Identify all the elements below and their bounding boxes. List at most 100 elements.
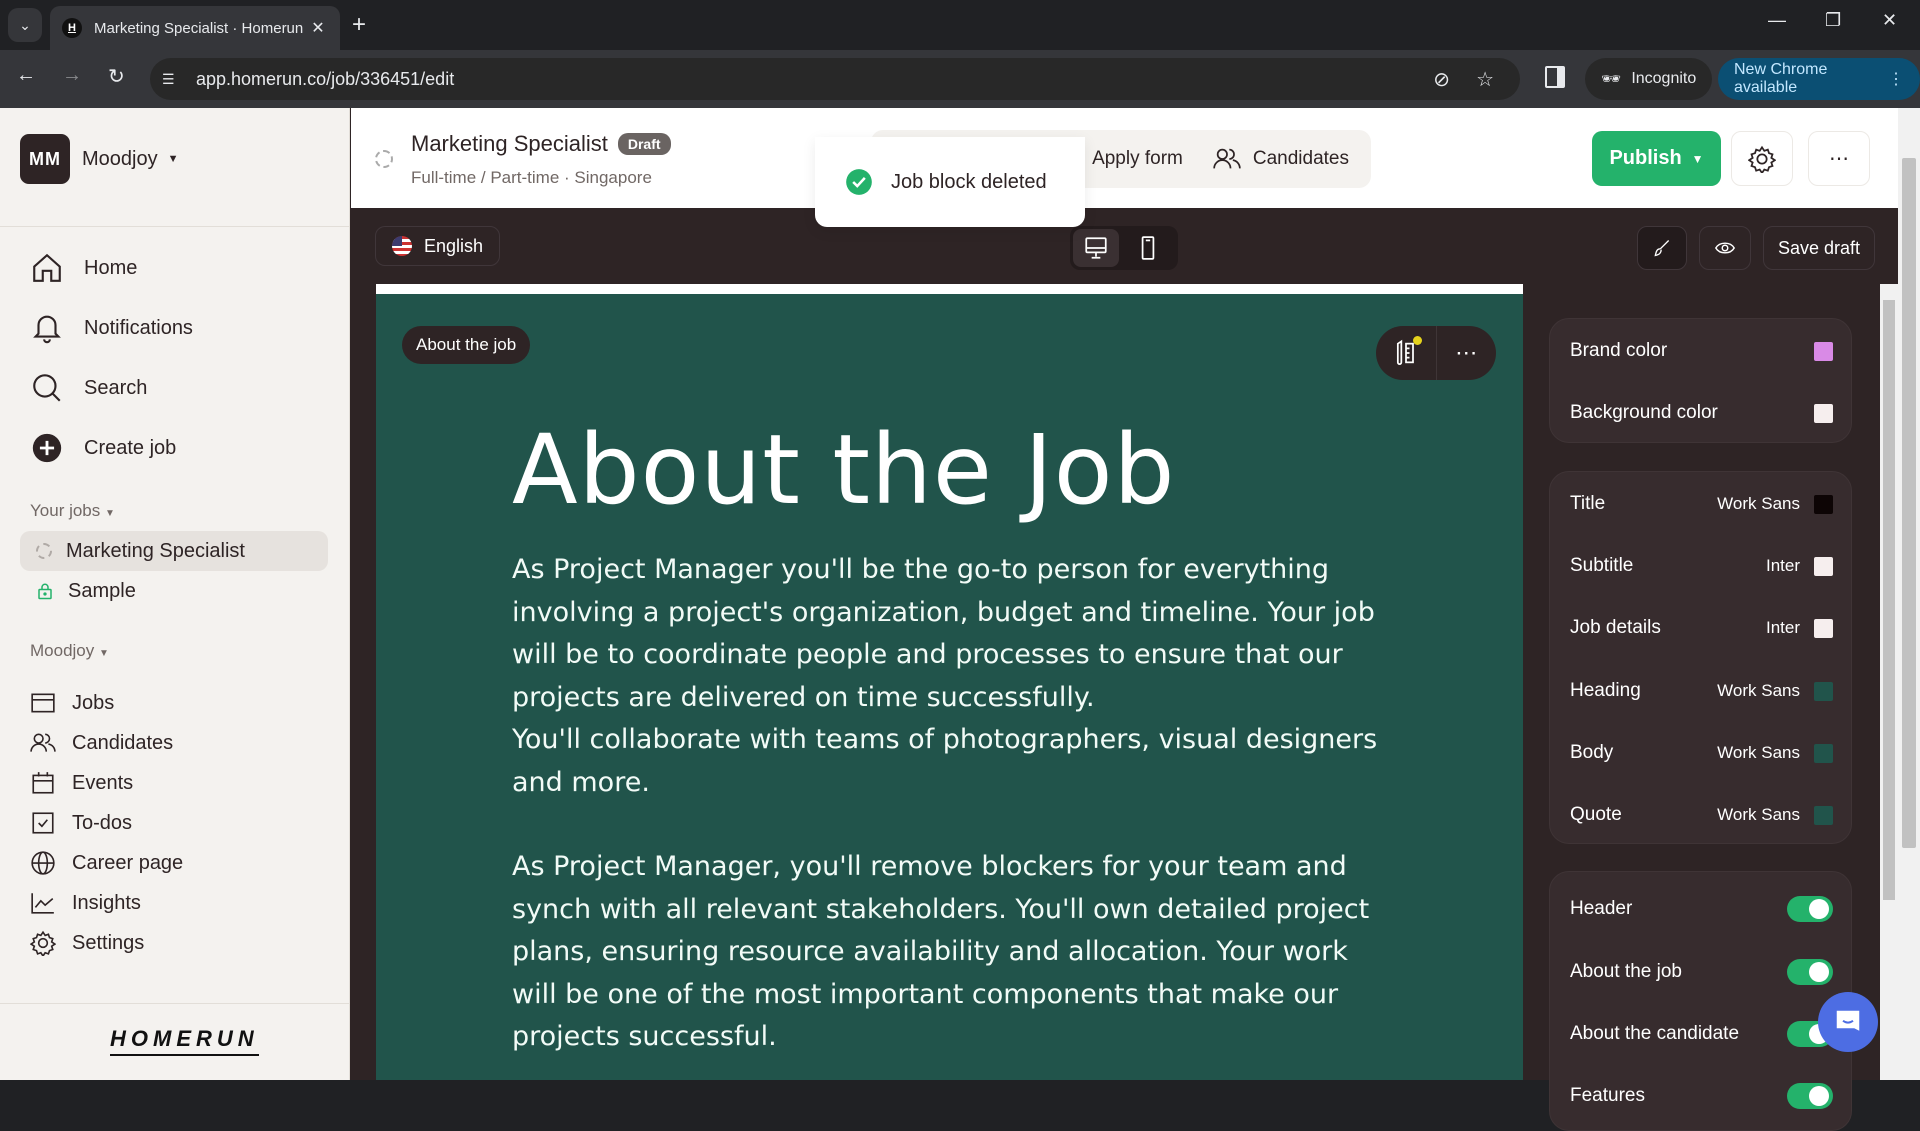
typography-row-quote[interactable]: Quote Work Sans xyxy=(1570,800,1833,830)
body-paragraph: As Project Manager you'll be the go-to p… xyxy=(512,554,1375,713)
typography-row-subtitle[interactable]: Subtitle Inter xyxy=(1570,551,1833,581)
close-window-icon[interactable]: ✕ xyxy=(1882,10,1897,31)
block-body[interactable]: As Project Manager you'll be the go-to p… xyxy=(512,549,1392,1101)
brand-color-row[interactable]: Brand color xyxy=(1570,336,1833,366)
color-swatch[interactable] xyxy=(1814,618,1833,638)
eye-off-icon[interactable]: ⊘ xyxy=(1433,67,1450,92)
minimize-icon[interactable]: — xyxy=(1768,10,1786,31)
font-name: Work Sans xyxy=(1717,805,1800,824)
status-badge: Draft xyxy=(617,133,671,155)
block-style-button[interactable] xyxy=(1376,326,1436,380)
row-label: Heading xyxy=(1570,680,1641,701)
toast-notification: Job block deleted xyxy=(815,137,1085,227)
eye-icon xyxy=(1714,242,1736,254)
chart-icon xyxy=(31,893,54,914)
sidebar-job-marketing-specialist[interactable]: Marketing Specialist xyxy=(20,531,328,571)
globe-icon xyxy=(31,851,55,875)
settings-button[interactable] xyxy=(1731,131,1793,186)
features-toggle[interactable] xyxy=(1787,1083,1833,1109)
sidebar-item-insights[interactable]: Insights xyxy=(30,883,183,923)
tab-search-button[interactable]: ⌄ xyxy=(8,8,42,42)
org-switcher[interactable]: MM Moodjoy ▼ xyxy=(20,134,179,184)
desktop-icon xyxy=(1085,237,1107,259)
mobile-view-button[interactable] xyxy=(1125,229,1171,267)
row-label: About the candidate xyxy=(1570,1023,1740,1044)
sidebar-item-events[interactable]: Events xyxy=(30,763,183,803)
block-more-button[interactable]: ⋯ xyxy=(1436,326,1496,380)
sidebar-item-search[interactable]: Search xyxy=(30,358,193,418)
more-options-button[interactable]: ⋯ xyxy=(1808,131,1870,186)
panel-scrollbar[interactable] xyxy=(1880,284,1898,1080)
desktop-view-button[interactable] xyxy=(1073,229,1119,267)
check-circle-icon xyxy=(846,169,872,195)
about-job-toggle[interactable] xyxy=(1787,959,1833,985)
job-title: Marketing Specialist xyxy=(411,131,608,156)
font-name: Work Sans xyxy=(1717,743,1800,762)
language-label: English xyxy=(424,235,484,256)
panel-scrollbar-thumb[interactable] xyxy=(1883,300,1895,900)
url-text[interactable]: app.homerun.co/job/336451/edit xyxy=(196,69,1433,90)
row-label: About the job xyxy=(1570,961,1682,982)
page-scrollbar[interactable] xyxy=(1898,108,1920,1080)
sidebar-item-settings[interactable]: Settings xyxy=(30,923,183,963)
tab-apply-form[interactable]: Apply form xyxy=(1092,148,1183,170)
typography-row-title[interactable]: Title Work Sans xyxy=(1570,489,1833,519)
your-jobs-section[interactable]: Your jobs ▼ xyxy=(30,501,115,521)
sidebar-item-todos[interactable]: To-dos xyxy=(30,803,183,843)
color-swatch[interactable] xyxy=(1814,681,1833,701)
style-editor-button[interactable] xyxy=(1637,226,1687,270)
incognito-indicator[interactable]: 🕶 Incognito xyxy=(1585,58,1713,100)
side-panel-icon[interactable] xyxy=(1545,66,1565,88)
publish-button[interactable]: Publish ▼ xyxy=(1592,131,1721,186)
sidebar-job-sample[interactable]: Sample xyxy=(20,571,328,611)
block-title[interactable]: About the Job xyxy=(512,414,1175,526)
typography-card: Title Work Sans Subtitle Inter Job detai… xyxy=(1549,471,1852,844)
new-tab-button[interactable]: + xyxy=(352,12,366,38)
header-toggle[interactable] xyxy=(1787,896,1833,922)
paintbrush-icon xyxy=(1654,240,1670,257)
section-toggle-row-features: Features xyxy=(1570,1081,1833,1111)
reload-icon[interactable]: ↻ xyxy=(108,64,125,89)
tab-candidates[interactable]: Candidates xyxy=(1213,145,1349,173)
color-swatch[interactable] xyxy=(1814,403,1833,423)
preview-button[interactable] xyxy=(1699,226,1751,270)
browser-tab[interactable]: H Marketing Specialist · Homerun ✕ xyxy=(50,6,340,50)
sidebar-item-notifications[interactable]: Notifications xyxy=(30,298,193,358)
about-the-job-block[interactable]: About the job ⋯ About the Job As Project… xyxy=(376,294,1523,1080)
sidebar-item-label: Create job xyxy=(84,436,177,459)
bookmark-star-icon[interactable]: ☆ xyxy=(1476,67,1494,92)
typography-row-job-details[interactable]: Job details Inter xyxy=(1570,613,1833,643)
restore-icon[interactable]: ❐ xyxy=(1825,10,1841,31)
forward-icon[interactable]: → xyxy=(62,64,82,87)
chrome-update-button[interactable]: New Chrome available ⋮ xyxy=(1718,58,1920,100)
colors-card: Brand color Background color xyxy=(1549,318,1852,443)
tab-candidates-label: Candidates xyxy=(1252,148,1349,169)
typography-row-body[interactable]: Body Work Sans xyxy=(1570,738,1833,768)
address-bar[interactable]: ☰ app.homerun.co/job/336451/edit ⊘ ☆ xyxy=(150,58,1520,100)
sidebar-item-home[interactable]: Home xyxy=(30,238,193,298)
color-swatch[interactable] xyxy=(1814,805,1833,825)
sidebar-item-jobs[interactable]: Jobs xyxy=(30,683,183,723)
sidebar-item-career-page[interactable]: Career page xyxy=(30,843,183,883)
sidebar-item-candidates[interactable]: Candidates xyxy=(30,723,183,763)
back-icon[interactable]: ← xyxy=(16,64,36,87)
background-color-row[interactable]: Background color xyxy=(1570,398,1833,428)
color-swatch[interactable] xyxy=(1814,556,1833,576)
font-name: Inter xyxy=(1765,556,1800,575)
support-chat-button[interactable] xyxy=(1818,992,1878,1052)
homerun-logo[interactable]: HOMERUN xyxy=(110,1026,259,1056)
sidebar-item-create-job[interactable]: Create job xyxy=(30,418,193,478)
color-swatch[interactable] xyxy=(1814,743,1833,763)
language-selector[interactable]: English xyxy=(375,226,501,266)
sidebar-footer-divider xyxy=(0,1003,350,1004)
color-swatch[interactable] xyxy=(1814,494,1833,514)
org-section[interactable]: Moodjoy ▼ xyxy=(30,641,109,661)
body-paragraph: As Project Manager, you'll remove blocke… xyxy=(512,851,1370,1052)
typography-row-heading[interactable]: Heading Work Sans xyxy=(1570,676,1833,706)
block-toolbar: ⋯ xyxy=(1376,326,1496,380)
save-draft-button[interactable]: Save draft xyxy=(1763,226,1875,270)
color-swatch[interactable] xyxy=(1814,341,1833,361)
page-scrollbar-thumb[interactable] xyxy=(1902,158,1916,848)
close-tab-icon[interactable]: ✕ xyxy=(308,18,328,38)
site-info-icon[interactable]: ☰ xyxy=(162,71,192,88)
